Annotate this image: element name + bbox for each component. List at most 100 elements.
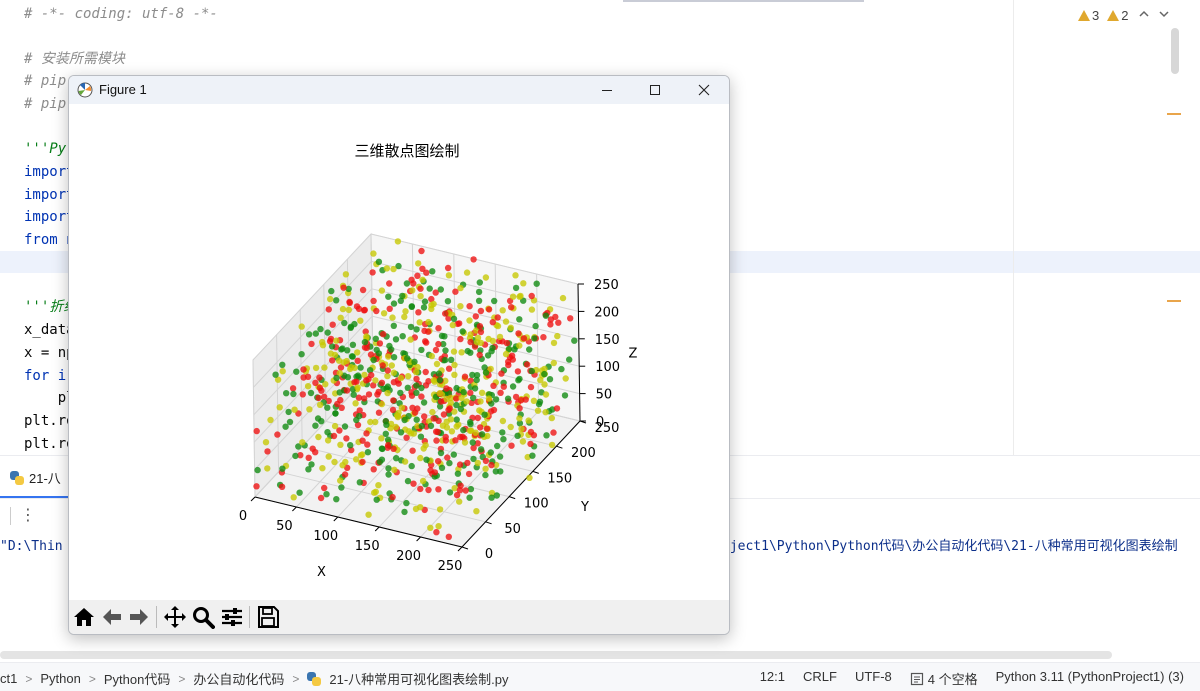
error-stripe-marker[interactable] [1167,113,1181,115]
scatter-point [305,454,312,461]
close-button[interactable] [680,76,728,104]
scatter-point [461,373,469,380]
warnings-indicator[interactable]: 3 [1078,8,1099,23]
pan-icon[interactable] [163,605,187,629]
run-tab[interactable]: 21-八 [10,468,61,487]
scatter-point [399,292,406,300]
scatter-point [363,377,370,384]
x-tick-label: 250 [438,559,463,574]
scatter-point [312,364,320,372]
scatter-point [389,493,396,501]
scatter-point [264,448,271,455]
code-line[interactable]: pl [24,387,75,409]
code-line[interactable]: plt.ro [24,433,75,455]
figure-canvas[interactable]: 三维散点图绘制 05010015020025005010015020025005… [69,104,729,600]
scatter-point [324,404,331,411]
scatter-point [421,413,428,420]
line-separator[interactable]: CRLF [803,669,837,688]
weak-warnings-indicator[interactable]: 2 [1107,8,1128,23]
code-line[interactable]: import [24,184,75,206]
code-line[interactable]: from n [24,229,75,251]
x-tick-label: 0 [239,509,247,524]
forward-icon[interactable] [127,605,151,629]
scatter-point [464,459,471,467]
scatter-point [390,397,397,404]
scatter-point [370,297,377,305]
scatter-point [458,394,465,402]
scatter-point [435,325,442,332]
console-output[interactable]: oject1\Python\Python代码\办公自动化代码\21-八种常用可视… [722,538,1178,556]
breadcrumb-item[interactable]: ct1 [0,671,17,686]
code-line[interactable]: x_data [24,319,75,341]
scatter-point [363,333,370,340]
right-margin-guide [1013,0,1014,455]
scatter-point [410,480,417,487]
scatter-point [305,331,313,338]
scatter-point [444,454,451,461]
code-line[interactable]: # pip [24,70,66,92]
minimize-button[interactable] [583,76,631,104]
scatter-point [363,430,370,437]
code-line[interactable]: # -*- coding: utf-8 -*- [24,3,218,25]
code-line[interactable]: # 安装所需模块 [24,48,125,70]
scatter-point [477,446,485,453]
scatter-point [372,377,379,384]
scatter-point [494,442,501,450]
breadcrumb-item[interactable]: Python [40,671,80,686]
figure-titlebar[interactable]: Figure 1 [69,76,729,104]
scatter-point [299,439,306,446]
scatter-point [417,285,424,292]
weak-warning-icon [1107,9,1120,21]
home-icon[interactable] [72,605,96,629]
configure-subplots-icon[interactable] [220,605,244,629]
previous-highlight-button[interactable] [1136,8,1152,22]
save-icon[interactable] [256,605,280,629]
scatter-point [555,319,562,326]
scatter-point [415,309,422,316]
python-file-icon [307,671,322,686]
scatter-point [397,374,405,382]
figure-window[interactable]: Figure 1 三维散点图绘制 0 50 100 150 200 250 0 50 100 15… [68,75,730,635]
code-line[interactable]: x = np [24,342,75,364]
scatter-point [418,346,425,354]
code-line[interactable]: plt.ro [24,410,75,432]
scatter-point [466,317,473,324]
code-line[interactable]: # pip [24,93,66,115]
x-axis-label: X [317,565,326,580]
indent-setting[interactable]: 4 个空格 [910,669,978,688]
code-line[interactable]: '''Py [24,138,66,160]
scatter-point [375,482,382,489]
breadcrumb-item[interactable]: Python代码 [104,669,170,688]
code-line[interactable]: import [24,161,75,183]
inspection-widget[interactable]: 3 2 [1078,6,1172,24]
scatter-point [410,280,417,287]
python-interpreter[interactable]: Python 3.11 (PythonProject1) (3) [996,669,1184,688]
x-tick [457,546,463,552]
scatter-point [523,361,531,368]
scatter-point [385,353,392,360]
scatter-point [417,454,424,462]
scatter-point [390,445,397,452]
code-line[interactable]: for i [24,365,66,387]
back-icon[interactable] [100,605,124,629]
scatter-point [329,357,336,364]
vertical-scrollbar-thumb[interactable] [1171,28,1179,74]
scatter-point [490,406,498,414]
x-tick-label: 50 [276,519,293,534]
console-output[interactable]: "D:\Thin [0,538,63,556]
more-options-button[interactable]: ⋮ [20,505,36,525]
zoom-icon[interactable] [191,605,215,629]
file-encoding[interactable]: UTF-8 [855,669,892,688]
scatter-point [357,317,364,324]
maximize-button[interactable] [631,76,679,104]
scatter-point [333,337,340,344]
caret-position[interactable]: 12:1 [760,669,785,688]
breadcrumb-item[interactable]: 办公自动化代码 [193,669,284,688]
breadcrumb-item[interactable]: 21-八种常用可视化图表绘制.py [329,669,508,688]
error-stripe-marker[interactable] [1167,300,1181,302]
scatter-point [453,416,460,423]
code-line[interactable]: import [24,206,75,228]
scatter-point [343,435,350,442]
next-highlight-button[interactable] [1156,8,1172,22]
horizontal-scrollbar[interactable] [0,651,1112,659]
